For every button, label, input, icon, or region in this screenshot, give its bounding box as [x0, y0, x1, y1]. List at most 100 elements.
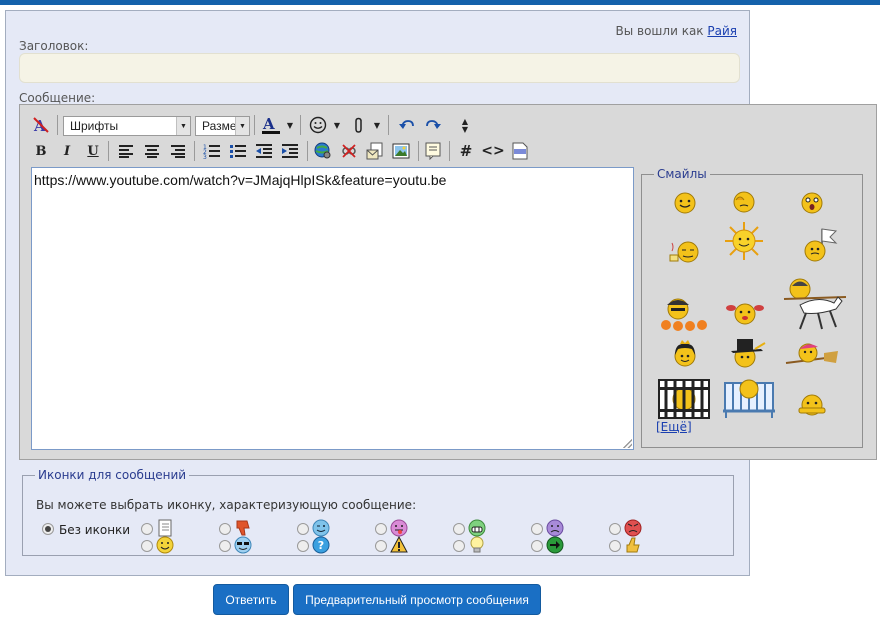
cool-icon — [234, 536, 252, 554]
no-icon-label: Без иконки — [59, 523, 131, 537]
message-text: https://www.youtube.com/watch?v=JMajqHlp… — [34, 172, 447, 188]
smiley-jail-icon[interactable] — [658, 379, 710, 419]
smiley-facepalm-icon[interactable] — [730, 188, 758, 216]
wink-icon — [312, 519, 330, 537]
underline-button[interactable]: U — [83, 141, 103, 161]
attachment-icon[interactable] — [348, 115, 370, 135]
login-prefix: Вы вошли как — [615, 24, 704, 38]
question-icon: ? — [312, 536, 330, 554]
smiley-smile-icon[interactable] — [672, 190, 698, 216]
smiley-peek-icon[interactable] — [796, 393, 828, 417]
font-family-value: Шрифты — [70, 119, 119, 133]
smiley-queen-icon[interactable] — [670, 339, 700, 369]
arrow-right-icon — [546, 536, 564, 554]
radio-warning-icon[interactable] — [375, 540, 387, 552]
chevron-down-icon[interactable]: ▼ — [332, 115, 342, 135]
smiley-witch-broom-icon[interactable] — [784, 337, 840, 369]
smiley-knight-horse-icon[interactable] — [778, 275, 848, 331]
bullet-list-icon[interactable] — [227, 141, 249, 161]
message-label: Сообщение: — [19, 91, 96, 105]
preview-button[interactable]: Предварительный просмотр сообщения — [293, 584, 541, 615]
font-size-value: Разме — [202, 119, 237, 133]
radio-angry-icon[interactable] — [609, 523, 621, 535]
grin-icon — [468, 519, 486, 537]
outdent-icon[interactable] — [253, 141, 275, 161]
radio-wink-icon[interactable] — [297, 523, 309, 535]
smiley-gang-icon[interactable] — [658, 291, 710, 331]
more-smilies-link[interactable]: [Ещё] — [656, 420, 692, 434]
smiley-pigtails-icon[interactable] — [724, 299, 766, 329]
resize-handle[interactable] — [623, 439, 632, 448]
radio-question-icon[interactable] — [297, 540, 309, 552]
align-center-icon[interactable] — [141, 141, 163, 161]
align-left-icon[interactable] — [115, 141, 137, 161]
post-icons-hint: Вы можете выбрать иконку, характеризующу… — [36, 498, 417, 512]
document-icon — [158, 519, 172, 537]
indent-icon[interactable] — [279, 141, 301, 161]
smiley-hat-icon[interactable] — [727, 337, 767, 369]
svg-text:3: 3 — [203, 154, 207, 159]
insert-email-icon[interactable] — [364, 141, 386, 161]
smilies-fieldset: Смайлы [Ещё] — [641, 167, 863, 448]
message-textarea[interactable]: https://www.youtube.com/watch?v=JMajqHlp… — [31, 167, 634, 450]
reply-button[interactable]: Ответить — [213, 584, 289, 615]
warning-icon — [390, 536, 408, 553]
radio-arrow-right-icon[interactable] — [531, 540, 543, 552]
post-icons-fieldset: Иконки для сообщений Вы можете выбрать и… — [22, 468, 734, 556]
title-input[interactable] — [19, 53, 740, 83]
svg-text:?: ? — [318, 539, 324, 552]
radio-lightbulb-icon[interactable] — [453, 540, 465, 552]
post-icons-legend: Иконки для сообщений — [35, 468, 190, 482]
thumbs-down-icon — [236, 520, 250, 536]
font-family-select[interactable]: Шрифты ▼ — [63, 116, 191, 136]
radio-sad-icon[interactable] — [531, 523, 543, 535]
chevron-down-icon[interactable]: ▼ — [372, 115, 382, 135]
thumbs-up-icon — [626, 537, 640, 553]
message-editor: A Шрифты ▼ Разме ▼ A ▼ ▼ ▼ ▲ ▼ B I U 1 2… — [19, 104, 877, 460]
undo-icon[interactable] — [396, 115, 418, 135]
bold-button[interactable]: B — [31, 141, 51, 161]
chevron-down-icon: ▼ — [176, 117, 190, 135]
smiley-crib-icon[interactable] — [722, 373, 776, 419]
tongue-icon — [390, 519, 408, 537]
quote-icon[interactable] — [422, 141, 444, 161]
sad-icon — [546, 519, 564, 537]
insert-link-icon[interactable] — [312, 141, 334, 161]
smiley-icon[interactable] — [307, 115, 329, 135]
italic-button[interactable]: I — [57, 141, 77, 161]
smiley-surprised-icon[interactable] — [799, 190, 825, 216]
smiley-sun-icon[interactable] — [724, 221, 764, 261]
login-status: Вы вошли как Райя — [616, 24, 738, 38]
text-color-button[interactable]: A — [258, 115, 284, 135]
chevron-down-icon[interactable]: ▼ — [285, 115, 295, 135]
remove-format-icon[interactable]: A — [30, 115, 52, 135]
username-link[interactable]: Райя — [707, 24, 737, 38]
smiley-white-flag-icon[interactable] — [800, 225, 840, 265]
code-button[interactable]: <> — [481, 141, 504, 161]
numbered-list-icon[interactable]: 123 — [201, 141, 223, 161]
radio-thumbs-up-icon[interactable] — [609, 540, 621, 552]
radio-grin-icon[interactable] — [453, 523, 465, 535]
font-size-select[interactable]: Разме ▼ — [195, 116, 250, 136]
angry-icon — [624, 519, 642, 537]
radio-thumbs-down-icon[interactable] — [219, 523, 231, 535]
hash-button[interactable]: # — [456, 141, 476, 161]
top-bar — [0, 0, 880, 5]
smile-icon — [156, 536, 174, 554]
radio-tongue-icon[interactable] — [375, 523, 387, 535]
remove-link-icon[interactable] — [338, 141, 360, 161]
radio-no-icon[interactable] — [42, 523, 54, 535]
radio-document-icon[interactable] — [141, 523, 153, 535]
smiley-tea-icon[interactable] — [668, 237, 702, 267]
redo-icon[interactable] — [422, 115, 444, 135]
radio-smile-icon[interactable] — [141, 540, 153, 552]
radio-cool-icon[interactable] — [219, 540, 231, 552]
insert-image-icon[interactable] — [390, 141, 412, 161]
lightbulb-icon — [470, 536, 484, 553]
svg-text:A: A — [262, 115, 275, 133]
php-code-icon[interactable] — [509, 141, 531, 161]
smilies-legend: Смайлы — [654, 167, 710, 181]
title-label: Заголовок: — [19, 39, 89, 53]
toggle-toolbar-icon[interactable]: ▲ ▼ — [456, 113, 474, 139]
align-right-icon[interactable] — [167, 141, 189, 161]
